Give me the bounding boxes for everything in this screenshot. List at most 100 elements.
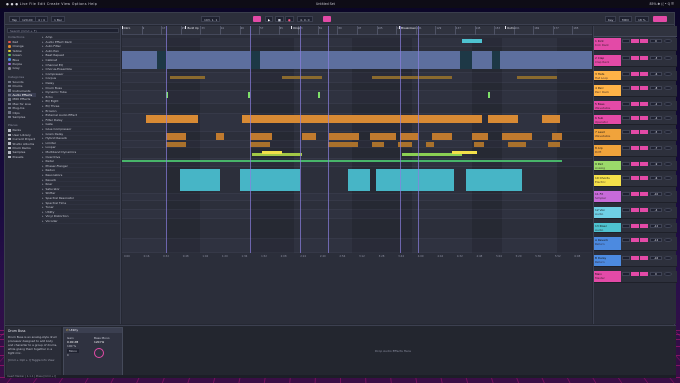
track-activator[interactable]: [622, 224, 630, 228]
expand-arrow-icon[interactable]: ▸: [42, 210, 44, 214]
place-item[interactable]: Presets: [8, 155, 36, 159]
midi-clip[interactable]: [502, 133, 532, 140]
follow-toggle[interactable]: [253, 16, 261, 22]
expand-arrow-icon[interactable]: ▸: [42, 187, 44, 191]
expand-arrow-icon[interactable]: ▸: [42, 40, 44, 44]
arrangement-position[interactable]: 193. 1. 1: [201, 16, 221, 22]
pan-knob[interactable]: [664, 224, 672, 228]
expand-arrow-icon[interactable]: ▸: [42, 49, 44, 53]
track-activator[interactable]: [622, 39, 630, 43]
solo-button[interactable]: [631, 72, 639, 76]
track-activator[interactable]: [622, 238, 630, 242]
arm-button[interactable]: [640, 224, 648, 228]
place-item[interactable]: User Library: [8, 133, 36, 137]
track-header[interactable]: 9 Pad Analog -9: [594, 161, 677, 171]
midi-clip[interactable]: [250, 142, 270, 147]
pan-knob[interactable]: [664, 192, 672, 196]
track-header[interactable]: 5 Bass Wavetable -2: [594, 101, 677, 111]
track-title-bar[interactable]: 13 Riser Audio: [594, 223, 621, 232]
track-header[interactable]: Main Master 0: [594, 271, 677, 283]
arm-button[interactable]: [640, 56, 648, 60]
pan-knob[interactable]: [664, 256, 672, 260]
volume-field[interactable]: -8: [650, 86, 662, 90]
track-title-bar[interactable]: 10 Chords Electric: [594, 175, 621, 186]
automation-region[interactable]: [122, 51, 592, 69]
category-item[interactable]: Samples: [8, 115, 36, 119]
yellow-clip[interactable]: [452, 151, 477, 154]
midi-clip[interactable]: [370, 133, 396, 140]
bass-mono-freq[interactable]: 120 Hz: [94, 340, 110, 344]
expand-arrow-icon[interactable]: ▸: [42, 95, 44, 99]
midi-clip[interactable]: [166, 133, 186, 140]
track-header[interactable]: 7 Lead Wavetable -5: [594, 129, 677, 141]
expand-arrow-icon[interactable]: ▸: [42, 109, 44, 113]
stop-button[interactable]: ■: [275, 16, 284, 22]
track-header[interactable]: 4 Perc Perc Rack -8: [594, 85, 677, 97]
track-title-bar[interactable]: A Reverb Return: [594, 237, 621, 250]
orange-clip[interactable]: [372, 76, 452, 79]
track-activator[interactable]: [622, 272, 630, 276]
expand-arrow-icon[interactable]: ▸: [42, 35, 44, 39]
audio-clip[interactable]: [466, 169, 522, 191]
pan-knob[interactable]: [664, 208, 672, 212]
midi-clip[interactable]: [400, 133, 418, 140]
pan-knob[interactable]: [664, 102, 672, 106]
track-title-bar[interactable]: 9 Pad Analog: [594, 161, 621, 170]
midi-clip[interactable]: [372, 142, 384, 147]
solo-button[interactable]: [631, 208, 639, 212]
collection-item[interactable]: Purple: [8, 62, 36, 66]
place-item[interactable]: Studio Albums: [8, 142, 36, 146]
solo-button[interactable]: [631, 256, 639, 260]
green-clip[interactable]: [318, 92, 320, 98]
track-title-bar[interactable]: B Delay Return: [594, 255, 621, 266]
expand-arrow-icon[interactable]: ▸: [42, 58, 44, 62]
track-title-bar[interactable]: 8 Arp Drift: [594, 145, 621, 156]
track-header[interactable]: 1 Kick Kick Rack 0: [594, 38, 677, 51]
locator[interactable]: Build Up: [185, 26, 199, 30]
track-title-bar[interactable]: 5 Bass Wavetable: [594, 101, 621, 110]
pan-knob[interactable]: [664, 238, 672, 242]
solo-button[interactable]: [631, 176, 639, 180]
pan-knob[interactable]: [664, 130, 672, 134]
expand-arrow-icon[interactable]: ▸: [42, 150, 44, 154]
track-title-bar[interactable]: 6 Sub Operator: [594, 115, 621, 124]
locator[interactable]: Breakdown: [399, 26, 416, 30]
green-clip[interactable]: [488, 92, 490, 98]
category-item[interactable]: Instruments: [8, 89, 36, 93]
category-item[interactable]: Clips: [8, 111, 36, 115]
collection-item[interactable]: Red: [8, 40, 36, 44]
volume-field[interactable]: -3: [650, 56, 662, 60]
play-button[interactable]: ▶: [265, 16, 274, 22]
expand-arrow-icon[interactable]: ▸: [42, 205, 44, 209]
track-title-bar[interactable]: Main Master: [594, 271, 621, 282]
expand-arrow-icon[interactable]: ▸: [42, 219, 44, 223]
place-item[interactable]: Drum Racks: [8, 146, 36, 150]
orange-clip[interactable]: [170, 76, 205, 79]
track-activator[interactable]: [622, 56, 630, 60]
expand-arrow-icon[interactable]: ▸: [42, 136, 44, 140]
pan-knob[interactable]: [664, 162, 672, 166]
expand-arrow-icon[interactable]: ▸: [42, 159, 44, 163]
expand-arrow-icon[interactable]: ▸: [42, 196, 44, 200]
pan-knob[interactable]: [664, 39, 672, 43]
track-activator[interactable]: [622, 102, 630, 106]
midi-clip[interactable]: [548, 142, 560, 147]
expand-arrow-icon[interactable]: ▸: [42, 81, 44, 85]
track-activator[interactable]: [622, 72, 630, 76]
expand-arrow-icon[interactable]: ▸: [42, 132, 44, 136]
midi-clip[interactable]: [329, 133, 359, 140]
expand-arrow-icon[interactable]: ▸: [42, 173, 44, 177]
quantize-select[interactable]: 1 Bar: [51, 16, 65, 22]
volume-field[interactable]: -5: [650, 130, 662, 134]
midi-clip[interactable]: [552, 133, 562, 140]
track-header[interactable]: 13 Riser Audio -12: [594, 223, 677, 233]
solo-button[interactable]: [631, 192, 639, 196]
pan-knob[interactable]: [664, 272, 672, 276]
category-item[interactable]: Audio Effects: [8, 93, 36, 97]
expand-arrow-icon[interactable]: ▸: [42, 191, 44, 195]
locator[interactable]: Outro: [505, 26, 515, 30]
place-item[interactable]: Packs: [8, 128, 36, 132]
pan-knob[interactable]: [664, 176, 672, 180]
midi-clip[interactable]: [250, 133, 272, 140]
overview-toggle[interactable]: [653, 16, 667, 22]
